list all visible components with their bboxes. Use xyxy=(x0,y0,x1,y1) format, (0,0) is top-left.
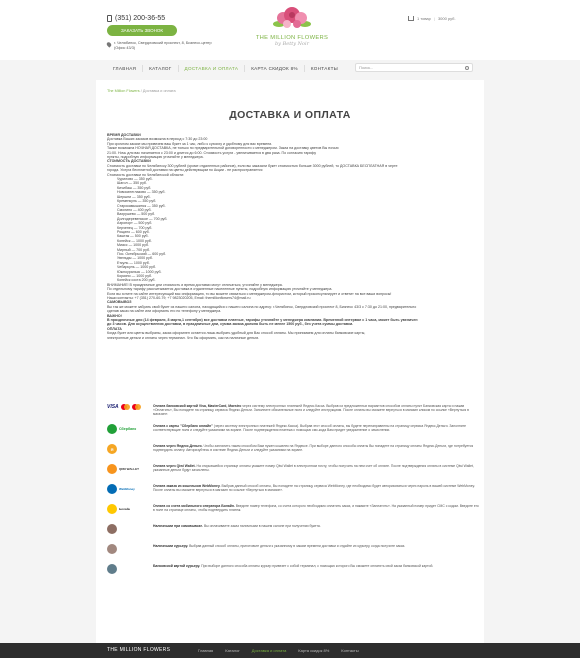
payment-title: Банковской картой курьеру. xyxy=(153,564,201,568)
payment-title: Наличными курьеру. xyxy=(153,544,189,548)
cart-separator: | xyxy=(433,16,435,21)
payment-methods: VISA Оплата банковской картой Visa, Mast… xyxy=(107,404,479,584)
footer-link-catalog[interactable]: Каталог xyxy=(225,648,240,653)
nav-item-catalog[interactable]: Каталог xyxy=(143,66,177,71)
webmoney-logo-icon xyxy=(107,484,117,494)
payment-description: Оплата через Qiwi Wallet. На открывшейся… xyxy=(153,464,479,472)
breadcrumb-home[interactable]: The Million Flowers xyxy=(107,89,140,93)
beeline-icon: Билайн xyxy=(107,504,153,514)
page-title: ДОСТАВКА И ОПЛАТА xyxy=(229,109,351,121)
footer-logo[interactable]: THE MILLION FLOWERS xyxy=(107,647,170,653)
search-input[interactable]: Поиск... xyxy=(355,63,473,72)
payment-text: Выбрав данный способ оплаты, приготовьте… xyxy=(189,544,406,548)
nav-item-contacts[interactable]: Контакты xyxy=(305,66,344,71)
beeline-label: Билайн xyxy=(119,507,131,511)
breadcrumb-separator: / xyxy=(140,89,142,93)
qiwi-wallet-icon: QIWI WALLET xyxy=(107,464,153,474)
text-line: электронные деньги и оплаты через термин… xyxy=(107,335,260,340)
courier-card-icon-shape xyxy=(107,564,117,574)
nav-item-home[interactable]: Главная xyxy=(107,66,142,71)
webmoney-label: WebMoney xyxy=(119,487,135,491)
courier-card-icon xyxy=(107,564,153,574)
beeline-logo-icon xyxy=(107,504,117,514)
payment-description: Оплата с карты "Сбербанк онлайн" (через … xyxy=(153,424,479,432)
phone-number: (351) 200-36-55 xyxy=(115,15,166,22)
site-footer: THE MILLION FLOWERS Главная Каталог Дост… xyxy=(0,643,580,658)
webmoney-icon: WebMoney xyxy=(107,484,153,494)
search-placeholder: Поиск... xyxy=(359,65,374,70)
main-content: The Million Flowers / Доставка и оплата … xyxy=(96,80,484,643)
flower-bouquet-icon xyxy=(273,7,311,28)
cart-icon xyxy=(408,16,414,21)
cash-icon-shape xyxy=(107,524,117,534)
cart-count: 1 товар xyxy=(417,16,431,21)
yandex-money-icon: Я xyxy=(107,444,153,454)
payment-description: Оплата со счета мобильного оператора Бил… xyxy=(153,504,479,512)
payment-description: Наличными курьеру. Выбрав данный способ … xyxy=(153,544,405,548)
search-icon[interactable] xyxy=(465,65,469,70)
payment-method-sberbank: Сбербанк Оплата с карты "Сбербанк онлайн… xyxy=(107,424,479,438)
footer-link-delivery[interactable]: Доставка и оплата xyxy=(252,648,287,653)
breadcrumb-current: Доставка и оплата xyxy=(142,89,176,93)
header-phone[interactable]: (351) 200-36-55 xyxy=(107,15,165,22)
payment-method-card: VISA Оплата банковской картой Visa, Mast… xyxy=(107,404,479,418)
site-header: (351) 200-36-55 ЗАКАЗАТЬ ЗВОНОК г. Челяб… xyxy=(0,0,580,60)
delivery-info: ВРЕМЯ ДОСТАВКИ Доставка Ваших заказов во… xyxy=(107,133,479,340)
qiwi-logo-icon xyxy=(107,464,117,474)
payment-method-yandex: Я Оплата через Яндекс.Деньги. Чтобы запл… xyxy=(107,444,479,458)
mastercard-icon xyxy=(120,404,130,410)
footer-nav: Главная Каталог Доставка и оплата Карта … xyxy=(198,648,359,653)
payment-description: Оплата банковской картой Visa, MasterCar… xyxy=(153,404,479,417)
payment-method-webmoney: WebMoney Оплата заказа из кошельков WebM… xyxy=(107,484,479,498)
payment-method-beeline: Билайн Оплата со счета мобильного операт… xyxy=(107,504,479,518)
payment-text: При выборе данного способа оплаты курьер… xyxy=(201,564,434,568)
location-pin-icon xyxy=(105,41,113,48)
maestro-icon xyxy=(131,404,141,410)
footer-link-contacts[interactable]: Контакты xyxy=(341,648,358,653)
logo-subtitle: by Betty Noir xyxy=(274,41,310,47)
payment-description: Банковской картой курьеру. При выборе да… xyxy=(153,564,433,568)
courier-cash-icon xyxy=(107,544,153,554)
footer-link-discount-card[interactable]: Карта скидок 8% xyxy=(298,648,329,653)
payment-method-cash-pickup: Наличными при самовывозе. Вы оплачиваете… xyxy=(107,524,479,538)
qiwi-label: QIWI WALLET xyxy=(119,467,139,471)
cart-sum: 3000 руб. xyxy=(437,16,456,21)
visa-logo: VISA xyxy=(107,404,119,410)
payment-title: Наличными при самовывозе. xyxy=(153,524,204,528)
header-address: г. Челябинск, Свердловский проспект, 8, … xyxy=(105,41,217,51)
cash-icon xyxy=(107,524,153,534)
courier-cash-icon-shape xyxy=(107,544,117,554)
header-cart[interactable]: 1 товар | 3000 руб. xyxy=(408,16,456,21)
yandex-logo: Я xyxy=(107,444,117,454)
payment-method-cash-courier: Наличными курьеру. Выбрав данный способ … xyxy=(107,544,479,558)
sberbank-label: Сбербанк xyxy=(119,427,137,431)
order-call-button[interactable]: ЗАКАЗАТЬ ЗВОНОК xyxy=(107,25,177,36)
address-text: г. Челябинск, Свердловский проспект, 8, … xyxy=(114,41,212,50)
payment-description: Оплата заказа из кошельков WebMoney. Выб… xyxy=(153,484,479,492)
payment-method-card-courier: Банковской картой курьеру. При выборе да… xyxy=(107,564,479,578)
card-brands-icon: VISA xyxy=(107,404,153,410)
breadcrumb: The Million Flowers / Доставка и оплата xyxy=(107,89,176,93)
footer-link-home[interactable]: Главная xyxy=(198,648,213,653)
payment-description: Наличными при самовывозе. Вы оплачиваете… xyxy=(153,524,321,528)
payment-description: Оплата через Яндекс.Деньги. Чтобы заплат… xyxy=(153,444,479,452)
site-logo[interactable]: THE MILLION FLOWERS by Betty Noir xyxy=(252,4,332,58)
payment-text: Вы оплачиваете заказ наличными в нашем с… xyxy=(203,524,321,528)
sberbank-logo-icon xyxy=(107,424,117,434)
nav-item-delivery[interactable]: Доставка и оплата xyxy=(179,66,245,71)
payment-method-qiwi: QIWI WALLET Оплата через Qiwi Wallet. На… xyxy=(107,464,479,478)
sberbank-icon: Сбербанк xyxy=(107,424,153,434)
payment-text: На открывшейся странице оплаты укажите н… xyxy=(153,464,474,473)
nav-item-discount-card[interactable]: Карта скидок 8% xyxy=(245,66,304,71)
phone-icon xyxy=(107,15,112,22)
